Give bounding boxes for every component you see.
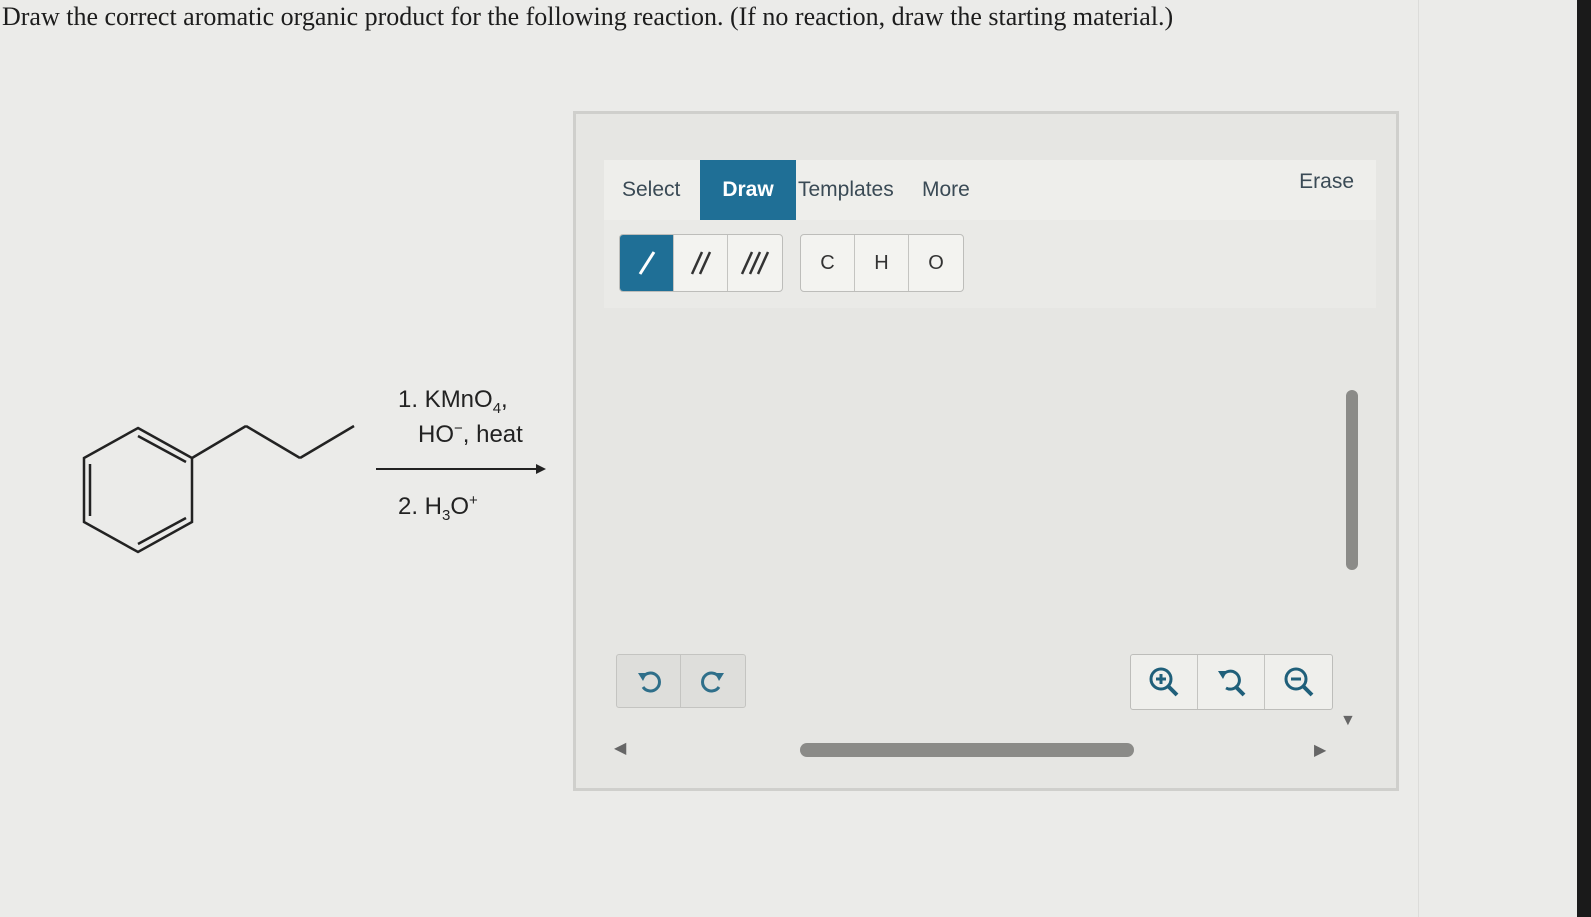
undo-button[interactable] [617, 655, 681, 707]
single-bond-button[interactable] [620, 235, 674, 291]
sketcher-panel[interactable]: Select Draw Templates More Erase C H O ▼ [573, 111, 1399, 791]
reaction-arrow [376, 464, 546, 474]
scroll-down-icon[interactable]: ▼ [1340, 712, 1356, 730]
zoom-reset-icon [1218, 669, 1246, 697]
redo-icon [701, 671, 724, 693]
scroll-left-icon[interactable]: ◀ [614, 738, 626, 758]
reagent-step-1: 1. KMnO4, [398, 386, 508, 417]
page-divider [1418, 0, 1419, 917]
bond-tools [619, 234, 783, 292]
double-bond-button[interactable] [674, 235, 728, 291]
tab-more[interactable]: More [922, 160, 970, 220]
history-tools [616, 654, 746, 708]
triple-bond-button[interactable] [728, 235, 782, 291]
zoom-in-icon [1149, 667, 1179, 697]
tab-draw[interactable]: Draw [700, 160, 796, 220]
vertical-scrollbar[interactable] [1346, 390, 1358, 570]
tab-erase[interactable]: Erase [1299, 152, 1354, 212]
question-text: Draw the correct aromatic organic produc… [2, 2, 1174, 31]
reaction-scheme: 1. KMnO4, HO−, heat 2. H3O+ [70, 380, 570, 580]
tab-templates[interactable]: Templates [798, 160, 894, 220]
zoom-reset-button[interactable] [1198, 655, 1265, 709]
double-bond-icon [690, 251, 711, 275]
atom-o-button[interactable]: O [909, 235, 963, 291]
scroll-right-icon[interactable]: ▶ [1314, 740, 1326, 760]
zoom-out-button[interactable] [1265, 655, 1332, 709]
draw-tools-bar: C H O [604, 220, 1376, 308]
atom-tools: C H O [800, 234, 964, 292]
zoom-tools [1130, 654, 1333, 710]
reagent-step-2: 2. H3O+ [398, 492, 478, 524]
reagent-step-1b: HO−, heat [418, 420, 523, 448]
atom-c-button[interactable]: C [801, 235, 855, 291]
propylbenzene-structure [82, 424, 355, 554]
zoom-in-button[interactable] [1131, 655, 1198, 709]
redo-button[interactable] [681, 655, 745, 707]
horizontal-scrollbar[interactable] [800, 743, 1134, 757]
sketcher-toolbar: Select Draw Templates More Erase [604, 160, 1376, 221]
zoom-out-icon [1284, 667, 1313, 697]
atom-h-button[interactable]: H [855, 235, 909, 291]
triple-bond-icon [740, 251, 770, 275]
tab-select[interactable]: Select [622, 160, 680, 220]
undo-icon [637, 671, 661, 693]
screen-edge [1577, 0, 1591, 917]
single-bond-icon [638, 251, 655, 275]
